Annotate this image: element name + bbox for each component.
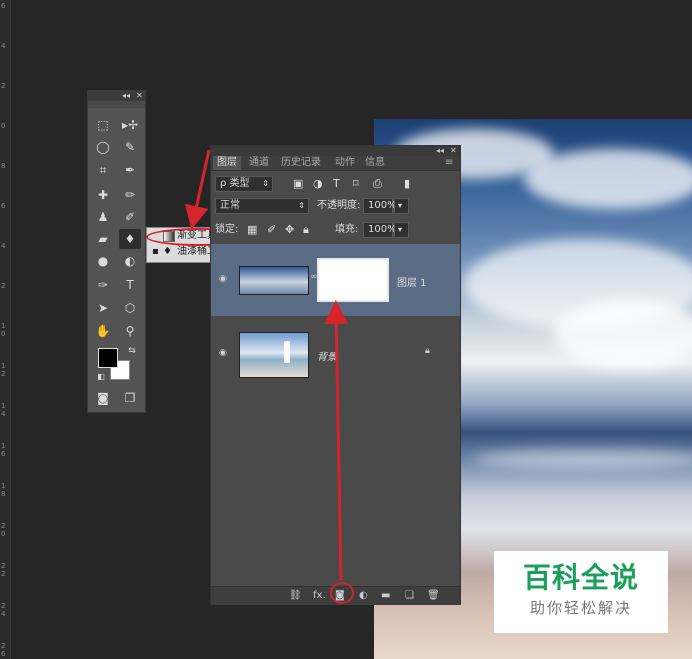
annotation-arrows	[184, 149, 349, 581]
arrow-to-gradient-tool	[184, 149, 211, 230]
arrow-to-layer-mask	[324, 300, 349, 581]
